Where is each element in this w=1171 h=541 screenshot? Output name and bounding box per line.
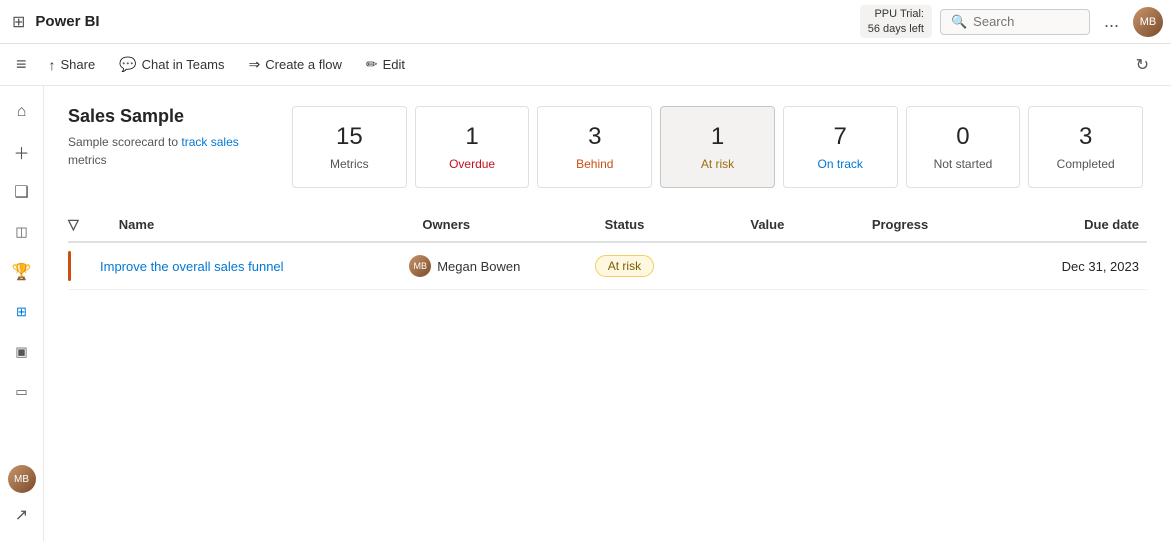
table-section: ▽ Name Owners Status Value Progress Due … — [68, 208, 1147, 290]
table-header: ▽ Name Owners Status Value Progress Due … — [68, 208, 1147, 243]
main-layout: ⌂ ＋ ❑ ◫ 🏆 ⊞ ▣ ▭ MB ↗ Sales Sample Sample… — [0, 86, 1171, 541]
row-status-indicator — [68, 251, 71, 281]
col-header-due-date: Due date — [993, 217, 1147, 232]
col-header-status: Status — [605, 217, 751, 232]
app-title: Power BI — [35, 13, 99, 30]
scorecard-title-block: Sales Sample Sample scorecard to track s… — [68, 106, 288, 188]
search-input[interactable] — [973, 14, 1079, 29]
search-box[interactable]: 🔍 — [940, 9, 1090, 35]
row-owners: MB Megan Bowen — [409, 255, 595, 277]
apps-icon[interactable]: ⊞ — [8, 8, 29, 36]
flow-icon: ⇒ — [249, 56, 261, 73]
sidebar-item-data[interactable]: ◫ — [4, 214, 40, 250]
sidebar-item-reports[interactable]: ▣ — [4, 334, 40, 370]
sidebar-bottom: MB ↗ — [4, 465, 40, 533]
scorecard-desc-link[interactable]: track sales — [181, 135, 238, 149]
metric-card-completed[interactable]: 3 Completed — [1028, 106, 1143, 188]
metric-card-on-track[interactable]: 7 On track — [783, 106, 898, 188]
chat-teams-button[interactable]: 💬 Chat in Teams — [109, 50, 234, 79]
owner-name: Megan Bowen — [437, 259, 520, 274]
table-row: Improve the overall sales funnel MB Mega… — [68, 243, 1147, 290]
top-bar: ⊞ Power BI PPU Trial: 56 days left 🔍 ...… — [0, 0, 1171, 44]
chat-teams-icon: 💬 — [119, 56, 136, 73]
share-icon: ↑ — [49, 57, 56, 73]
status-badge: At risk — [595, 255, 654, 277]
trial-badge: PPU Trial: 56 days left — [860, 5, 932, 38]
row-status: At risk — [595, 255, 743, 277]
action-bar: ≡ ↑ Share 💬 Chat in Teams ⇒ Create a flo… — [0, 44, 1171, 86]
row-goal-name[interactable]: Improve the overall sales funnel — [68, 259, 409, 274]
edit-button[interactable]: ✏ Edit — [356, 50, 415, 79]
metric-cards: 15 Metrics 1 Overdue 3 Behind 1 At risk … — [288, 106, 1147, 188]
sidebar-item-browse[interactable]: ❑ — [4, 174, 40, 210]
sidebar-item-export[interactable]: ↗ — [4, 497, 40, 533]
sidebar-item-home[interactable]: ⌂ — [4, 94, 40, 130]
owner-avatar: MB — [409, 255, 431, 277]
sidebar-user-avatar[interactable]: MB — [8, 465, 36, 493]
refresh-button[interactable]: ↻ — [1130, 49, 1155, 81]
more-options-button[interactable]: ... — [1098, 7, 1125, 36]
col-header-owners: Owners — [422, 217, 604, 232]
create-flow-button[interactable]: ⇒ Create a flow — [239, 50, 352, 79]
sidebar-toggle-button[interactable]: ≡ — [16, 50, 35, 79]
metric-card-overdue[interactable]: 1 Overdue — [415, 106, 530, 188]
scorecard-description: Sample scorecard to track sales metrics — [68, 133, 268, 169]
scorecard-header: Sales Sample Sample scorecard to track s… — [68, 106, 1147, 188]
search-icon: 🔍 — [951, 14, 967, 30]
user-avatar[interactable]: MB — [1133, 7, 1163, 37]
row-due-date: Dec 31, 2023 — [991, 259, 1147, 274]
metric-card-at-risk[interactable]: 1 At risk — [660, 106, 775, 188]
sidebar-item-create[interactable]: ＋ — [4, 134, 40, 170]
col-header-progress: Progress — [872, 217, 993, 232]
col-header-name: Name — [87, 217, 423, 232]
sidebar-item-monitor[interactable]: ▭ — [4, 374, 40, 410]
share-button[interactable]: ↑ Share — [39, 51, 106, 79]
filter-icon[interactable]: ▽ — [68, 216, 79, 233]
content-area: Sales Sample Sample scorecard to track s… — [44, 86, 1171, 541]
sidebar-item-goals[interactable]: 🏆 — [4, 254, 40, 290]
metric-card-behind[interactable]: 3 Behind — [537, 106, 652, 188]
scorecard-title: Sales Sample — [68, 106, 268, 127]
sidebar-item-scorecard[interactable]: ⊞ — [4, 294, 40, 330]
sidebar: ⌂ ＋ ❑ ◫ 🏆 ⊞ ▣ ▭ MB ↗ — [0, 86, 44, 541]
topbar-left: ⊞ Power BI — [8, 8, 104, 36]
metric-card-metrics[interactable]: 15 Metrics — [292, 106, 407, 188]
edit-icon: ✏ — [366, 56, 378, 73]
topbar-right: PPU Trial: 56 days left 🔍 ... MB — [860, 5, 1163, 38]
metric-card-not-started[interactable]: 0 Not started — [906, 106, 1021, 188]
col-header-value: Value — [750, 217, 871, 232]
